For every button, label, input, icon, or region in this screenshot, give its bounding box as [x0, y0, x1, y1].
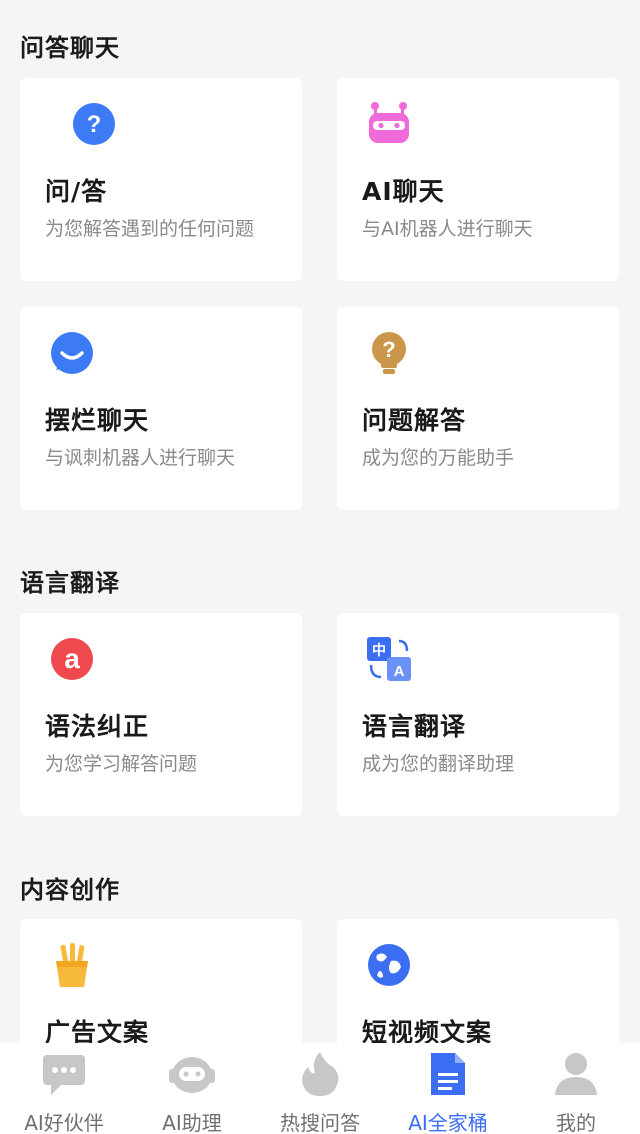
card-title: 问/答 — [45, 177, 108, 206]
section-title-qa-chat: 问答聊天 — [20, 34, 120, 62]
chat-bubble-icon — [39, 1049, 89, 1099]
card-title: 语言翻译 — [362, 712, 467, 741]
globe-icon — [365, 941, 413, 989]
svg-text:?: ? — [382, 337, 395, 362]
svg-text:A: A — [394, 663, 405, 680]
lightbulb-icon: ? — [365, 329, 413, 377]
tab-trending-qa[interactable]: 热搜问答 — [256, 1043, 384, 1134]
card-title: 摆烂聊天 — [45, 406, 150, 435]
tab-label: AI助理 — [162, 1111, 222, 1134]
robot-head-icon — [167, 1049, 217, 1099]
card-description: 成为您的万能助手 — [362, 447, 515, 469]
app-screen: 问答聊天 ? 问/答 为您解答遇到的任何问题 AI聊天 与AI机器人进行聊天 摆… — [0, 0, 640, 1134]
bottom-tab-bar: AI好伙伴 AI助理 热搜问答 AI全家桶 我的 — [0, 1043, 640, 1134]
section-title-content-creation: 内容创作 — [20, 876, 120, 904]
tab-ai-assistant[interactable]: AI助理 — [128, 1043, 256, 1134]
card-slacker-chat[interactable]: 摆烂聊天 与讽刺机器人进行聊天 — [20, 307, 302, 510]
card-grammar-correction[interactable]: a 语法纠正 为您学习解答问题 — [20, 613, 302, 816]
tab-label: 热搜问答 — [280, 1111, 360, 1134]
section-title-translation: 语言翻译 — [20, 569, 120, 597]
card-title: 语法纠正 — [45, 712, 150, 741]
card-description: 为您解答遇到的任何问题 — [45, 218, 255, 240]
document-icon — [423, 1049, 473, 1099]
flame-icon — [295, 1049, 345, 1099]
tab-ai-suite[interactable]: AI全家桶 — [384, 1043, 512, 1134]
card-qa[interactable]: ? 问/答 为您解答遇到的任何问题 — [20, 78, 302, 281]
card-problem-solving[interactable]: ? 问题解答 成为您的万能助手 — [337, 307, 619, 510]
fries-icon — [48, 941, 96, 989]
tab-label: AI好伙伴 — [24, 1111, 104, 1134]
card-language-translation[interactable]: 中 A 语言翻译 成为您的翻译助理 — [337, 613, 619, 816]
question-bubble-icon: ? — [70, 100, 118, 148]
svg-text:?: ? — [87, 111, 102, 138]
tab-label: 我的 — [556, 1111, 596, 1134]
card-description: 成为您的翻译助理 — [362, 753, 515, 775]
card-description: 与讽刺机器人进行聊天 — [45, 447, 236, 469]
smile-bubble-icon — [48, 329, 96, 377]
svg-text:中: 中 — [372, 642, 386, 659]
tab-ai-partner[interactable]: AI好伙伴 — [0, 1043, 128, 1134]
card-description: 与AI机器人进行聊天 — [362, 218, 533, 240]
card-description: 为您学习解答问题 — [45, 753, 198, 775]
person-icon — [551, 1049, 601, 1099]
card-title: 问题解答 — [362, 406, 467, 435]
letter-a-icon: a — [48, 635, 96, 683]
tab-label: AI全家桶 — [408, 1111, 488, 1134]
translate-icon: 中 A — [365, 635, 413, 683]
svg-text:a: a — [64, 643, 80, 674]
card-ai-chat[interactable]: AI聊天 与AI机器人进行聊天 — [337, 78, 619, 281]
card-title: AI聊天 — [362, 177, 445, 206]
tab-mine[interactable]: 我的 — [512, 1043, 640, 1134]
robot-icon — [365, 100, 413, 148]
